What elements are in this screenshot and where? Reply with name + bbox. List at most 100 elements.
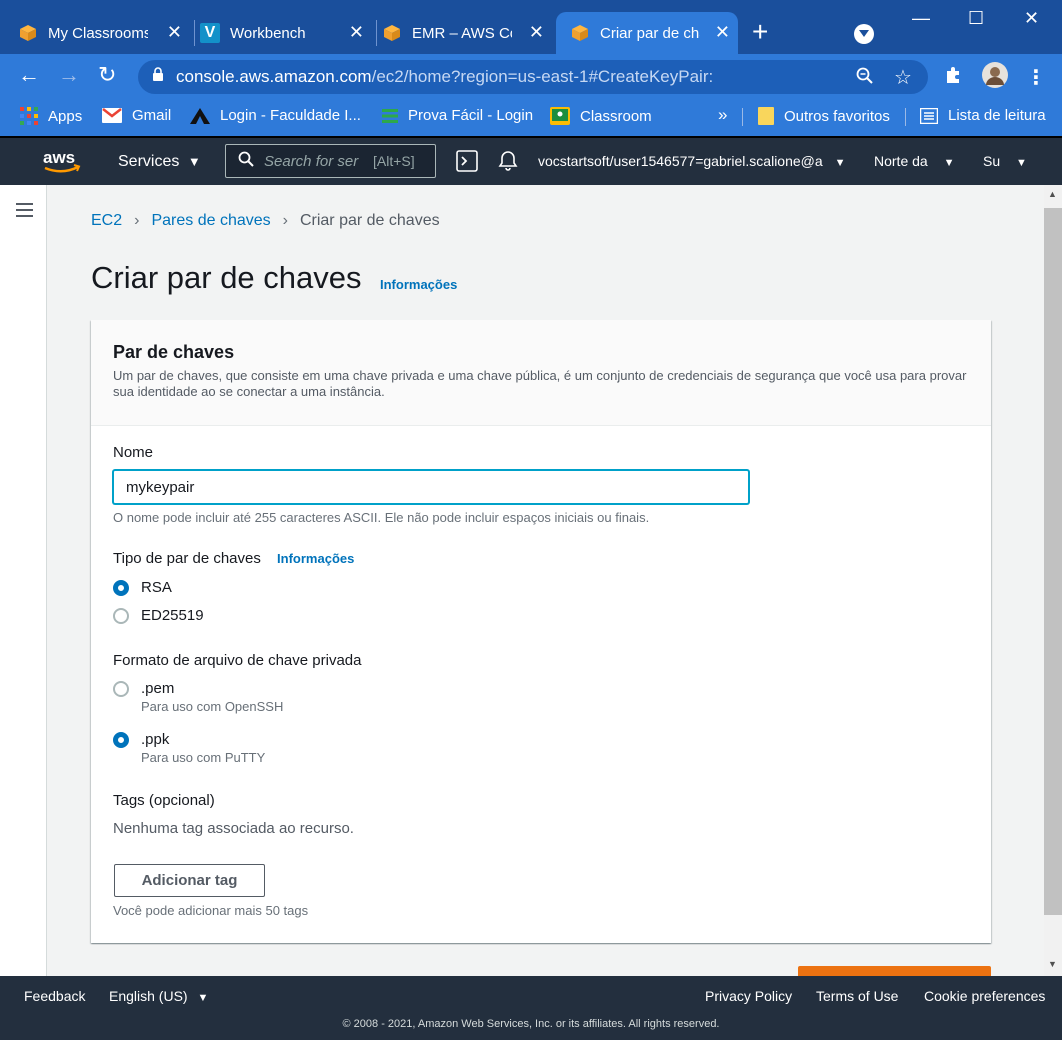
radio-pem[interactable]: .pem Para uso com OpenSSH [113, 680, 283, 714]
panel-description: Um par de chaves, que consiste em uma ch… [113, 368, 967, 399]
reload-icon[interactable]: ↻ [98, 64, 116, 86]
search-icon [238, 151, 254, 172]
bookmark-divider [905, 108, 906, 126]
breadcrumb-ec2[interactable]: EC2 [91, 212, 122, 230]
radio-rsa[interactable]: RSA [113, 579, 172, 597]
bookmark-label: Outros favoritos [784, 107, 890, 125]
create-key-pair-button[interactable] [798, 966, 991, 976]
tab-title: EMR – AWS Con [412, 24, 512, 42]
scrollbar-thumb[interactable] [1044, 208, 1062, 915]
name-field[interactable] [113, 470, 749, 504]
bookmark-label: Gmail [132, 107, 172, 124]
close-window-icon[interactable]: ✕ [1024, 8, 1039, 29]
url-host: console.aws.amazon.com [176, 67, 372, 86]
caret-down-icon: ▼ [1016, 157, 1027, 169]
account-label: vocstartsoft/user1546577=gabriel.scalion… [538, 153, 823, 169]
zoom-icon[interactable] [856, 67, 874, 90]
caret-down-icon: ▼ [197, 992, 209, 1004]
close-tab-icon[interactable]: ✕ [529, 23, 544, 41]
close-tab-icon[interactable]: ✕ [349, 23, 364, 41]
faculdade-logo-icon [190, 107, 210, 124]
new-tab-icon[interactable]: + [752, 18, 768, 46]
account-menu[interactable]: vocstartsoft/user1546577=gabriel.scalion… [538, 153, 845, 169]
name-label: Nome [113, 444, 154, 461]
browser-menu-icon[interactable]: ⋮ [1026, 65, 1046, 90]
bookmark-label: » [718, 105, 728, 124]
close-tab-icon[interactable]: ✕ [715, 23, 730, 41]
bookmark-star-icon[interactable]: ☆ [894, 65, 912, 90]
terms-of-use-link[interactable]: Terms of Use [816, 988, 898, 1004]
bookmark-lista-leitura[interactable]: Lista de leitura [920, 107, 1046, 124]
bookmark-outros-favoritos[interactable]: Outros favoritos [758, 107, 890, 125]
forward-icon[interactable]: → [58, 64, 80, 86]
panel-header: Par de chaves Um par de chaves, que cons… [91, 320, 991, 426]
aws-cube-icon [18, 23, 38, 43]
radio-selected-icon[interactable] [113, 580, 129, 596]
bookmark-prova-facil[interactable]: Prova Fácil - Login [382, 107, 533, 124]
radio-unselected-icon[interactable] [113, 681, 129, 697]
gmail-icon [102, 108, 122, 123]
breadcrumb-pares-de-chaves[interactable]: Pares de chaves [151, 212, 270, 230]
tab-emr[interactable]: EMR – AWS Con ✕ [382, 12, 552, 54]
aws-cube-icon [570, 23, 590, 43]
region-menu[interactable]: Norte da ▼ [874, 153, 954, 169]
browser-toolbar: ← → ↻ console.aws.amazon.com /ec2/home?r… [0, 54, 1062, 98]
page-title: Criar par de chaves [91, 260, 362, 295]
apps-grid-icon [20, 107, 38, 125]
hamburger-menu-icon[interactable] [16, 203, 33, 221]
tab-my-classrooms[interactable]: My Classrooms ✕ [18, 12, 190, 54]
bookmarks-overflow-button[interactable]: » [718, 105, 727, 125]
radio-unselected-icon[interactable] [113, 608, 129, 624]
cloudshell-icon[interactable] [456, 150, 478, 175]
radio-ed25519[interactable]: ED25519 [113, 607, 204, 625]
cookie-preferences-link[interactable]: Cookie preferences [924, 988, 1045, 1004]
scroll-up-icon[interactable]: ▲ [1048, 189, 1057, 199]
aws-logo-text: aws [43, 148, 75, 167]
scrollbar[interactable]: ▲ ▼ [1044, 185, 1062, 976]
search-input[interactable]: Search for services [Alt+S] [225, 144, 436, 178]
search-shortcut: [Alt+S] [373, 153, 415, 169]
privacy-policy-link[interactable]: Privacy Policy [705, 988, 792, 1004]
minimize-icon[interactable]: — [912, 8, 930, 29]
tab-criar-par[interactable]: Criar par de cha ✕ [556, 12, 738, 54]
key-type-label-text: Tipo de par de chaves [113, 550, 261, 567]
key-type-info-link[interactable]: Informações [277, 551, 354, 566]
tab-title: My Classrooms [48, 24, 148, 42]
aws-logo[interactable]: aws [42, 147, 82, 180]
add-tag-button[interactable]: Adicionar tag [114, 864, 265, 897]
chevron-right-icon: › [134, 212, 140, 229]
bookmarks-bar: Apps Gmail Login - Faculdade I... Prova … [0, 98, 1062, 136]
tab-title: Workbench [230, 24, 306, 42]
back-icon[interactable]: ← [18, 64, 40, 86]
tab-search-icon[interactable] [854, 24, 874, 44]
close-tab-icon[interactable]: ✕ [167, 23, 182, 41]
tags-empty-text: Nenhuma tag associada ao recurso. [113, 820, 354, 837]
aws-cube-icon [382, 23, 402, 43]
breadcrumb: EC2 › Pares de chaves › Criar par de cha… [91, 212, 440, 230]
bookmark-gmail[interactable]: Gmail [102, 107, 171, 124]
maximize-icon[interactable]: ☐ [968, 8, 984, 29]
feedback-link[interactable]: Feedback [24, 988, 85, 1004]
bookmark-login-faculdade[interactable]: Login - Faculdade I... [190, 107, 361, 124]
info-link[interactable]: Informações [380, 277, 457, 292]
support-menu[interactable]: Su ▼ [983, 153, 1027, 169]
bookmark-classroom[interactable]: Classroom [550, 107, 652, 125]
address-bar[interactable]: console.aws.amazon.com /ec2/home?region=… [138, 60, 928, 94]
bookmark-apps[interactable]: Apps [20, 107, 82, 125]
search-placeholder: Search for services [264, 152, 359, 170]
notifications-bell-icon[interactable] [498, 150, 518, 175]
key-type-label: Tipo de par de chaves Informações [113, 550, 354, 567]
services-menu[interactable]: Services ▼ [118, 153, 201, 171]
tab-workbench[interactable]: V Workbench ✕ [200, 12, 372, 54]
tab-title: Criar par de cha [600, 24, 700, 42]
radio-ppk[interactable]: .ppk Para uso com PuTTY [113, 731, 265, 765]
caret-down-icon: ▼ [943, 157, 955, 169]
radio-selected-icon[interactable] [113, 732, 129, 748]
radio-label: .pem [141, 680, 175, 697]
avatar[interactable] [982, 62, 1008, 93]
name-hint: O nome pode incluir até 255 caracteres A… [113, 510, 650, 525]
language-selector[interactable]: English (US) ▼ [109, 988, 208, 1004]
extensions-icon[interactable] [944, 64, 964, 89]
lock-icon [152, 67, 164, 87]
scroll-down-icon[interactable]: ▼ [1048, 959, 1057, 969]
